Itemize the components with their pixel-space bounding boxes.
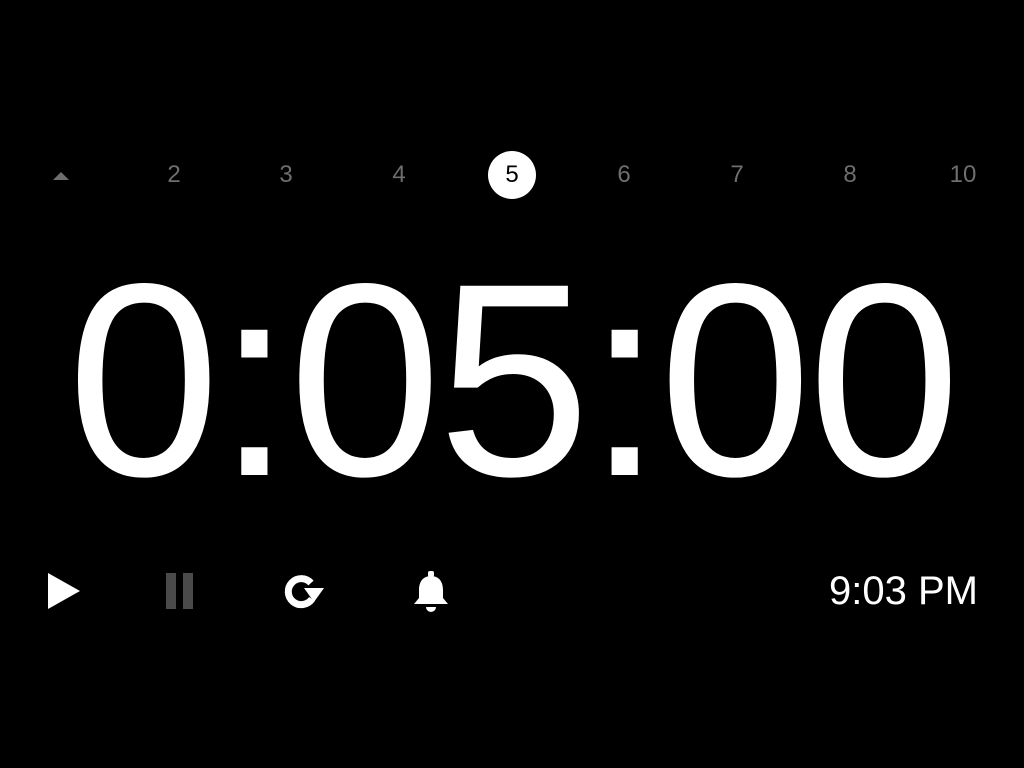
minute-option-2[interactable]: 2: [149, 150, 199, 200]
pause-button[interactable]: [157, 568, 203, 614]
minute-option-7[interactable]: 7: [712, 150, 762, 200]
minute-option-4[interactable]: 4: [374, 150, 424, 200]
timer-app: 2 3 4 5 6 7 8 10 0:05:00 9:03 PM: [0, 0, 1024, 768]
reset-icon: [284, 575, 324, 609]
play-button[interactable]: [40, 568, 86, 614]
control-bar: 9:03 PM: [0, 560, 1024, 620]
bell-icon: [414, 571, 448, 612]
minute-selector: 2 3 4 5 6 7 8 10: [0, 150, 1024, 200]
minute-option-10[interactable]: 10: [938, 150, 988, 200]
minute-option-6[interactable]: 6: [599, 150, 649, 200]
minute-option-5-selected[interactable]: 5: [488, 151, 536, 199]
current-time: 9:03 PM: [829, 569, 978, 613]
alarm-button[interactable]: [408, 568, 454, 614]
countdown-display: 0:05:00: [67, 227, 961, 534]
pause-icon: [166, 573, 193, 609]
reset-button[interactable]: [278, 568, 324, 614]
triangle-up-icon[interactable]: [51, 169, 71, 181]
play-icon: [48, 573, 80, 609]
minute-option-8[interactable]: 8: [825, 150, 875, 200]
minute-option-3[interactable]: 3: [261, 150, 311, 200]
